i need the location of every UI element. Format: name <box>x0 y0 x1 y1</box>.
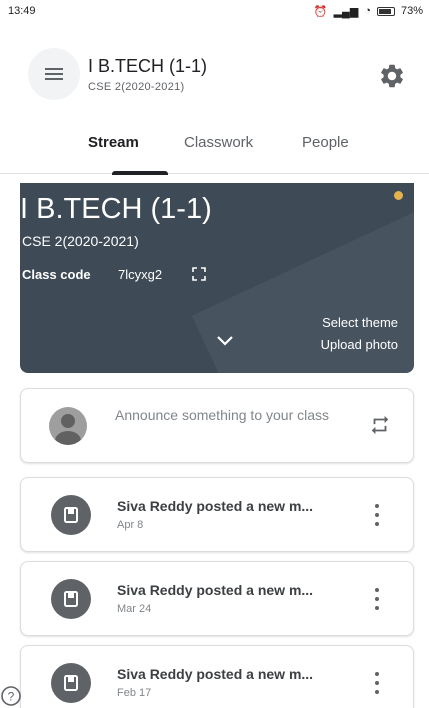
status-bar: 13:49 ⏰ ▂▄▆ ◔ 73% <box>0 0 429 22</box>
material-icon <box>64 507 78 523</box>
banner-subtitle: CSE 2(2020-2021) <box>22 233 139 249</box>
theme-dot <box>394 191 403 200</box>
chevron-down-icon[interactable] <box>216 335 234 347</box>
post-icon <box>51 579 91 619</box>
post-date: Mar 24 <box>117 603 152 615</box>
status-time: 13:49 <box>8 5 36 17</box>
class-banner: I B.TECH (1-1) CSE 2(2020-2021) Class co… <box>20 183 414 373</box>
tab-bar: Stream Classwork People <box>0 128 429 175</box>
settings-gear-icon[interactable] <box>378 62 406 90</box>
more-options-icon[interactable] <box>373 588 381 610</box>
stream-post[interactable]: Siva Reddy posted a new m... Apr 8 <box>20 477 414 552</box>
more-options-icon[interactable] <box>373 504 381 526</box>
status-icons: ⏰ ▂▄▆ ◔ 73% <box>314 5 423 18</box>
menu-button[interactable] <box>28 48 80 100</box>
battery-percent: 73% <box>400 5 423 17</box>
post-title: Siva Reddy posted a new m... <box>117 582 314 598</box>
class-code-label: Class code <box>22 267 91 282</box>
help-icon[interactable]: ? <box>0 685 22 707</box>
announce-input[interactable]: Announce something to your class <box>115 405 345 426</box>
material-icon <box>64 591 78 607</box>
fullscreen-icon[interactable] <box>192 267 206 281</box>
tab-classwork[interactable]: Classwork <box>184 134 253 151</box>
post-title: Siva Reddy posted a new m... <box>117 666 314 682</box>
active-tab-indicator <box>112 171 168 175</box>
upload-photo-link[interactable]: Upload photo <box>321 337 398 352</box>
battery-icon <box>376 6 395 16</box>
post-date: Apr 8 <box>117 519 144 531</box>
wifi-icon: ◔ <box>364 5 371 17</box>
class-subtitle: CSE 2(2020-2021) <box>88 81 185 93</box>
app-bar: I B.TECH (1-1) CSE 2(2020-2021) <box>0 30 429 110</box>
post-date: Feb 17 <box>117 687 152 699</box>
post-title: Siva Reddy posted a new m... <box>117 498 314 514</box>
alarm-icon: ⏰ <box>313 5 328 18</box>
stream-post[interactable]: Siva Reddy posted a new m... Feb 17 <box>20 645 414 708</box>
hamburger-icon <box>45 68 63 80</box>
svg-text:?: ? <box>8 690 15 704</box>
banner-title: I B.TECH (1-1) <box>20 193 212 225</box>
more-options-icon[interactable] <box>373 672 381 694</box>
class-title: I B.TECH (1-1) <box>88 56 208 76</box>
signal-icon: ▂▄▆ <box>333 5 359 18</box>
user-avatar <box>49 407 87 445</box>
class-code-value: 7lcyxg2 <box>118 267 163 282</box>
repost-icon[interactable] <box>369 414 391 436</box>
select-theme-link[interactable]: Select theme <box>322 315 398 330</box>
post-icon <box>51 495 91 535</box>
material-icon <box>64 675 78 691</box>
tab-people[interactable]: People <box>302 134 349 151</box>
post-icon <box>51 663 91 703</box>
tab-stream[interactable]: Stream <box>88 134 139 151</box>
announce-card[interactable]: Announce something to your class <box>20 388 414 463</box>
stream-post[interactable]: Siva Reddy posted a new m... Mar 24 <box>20 561 414 636</box>
